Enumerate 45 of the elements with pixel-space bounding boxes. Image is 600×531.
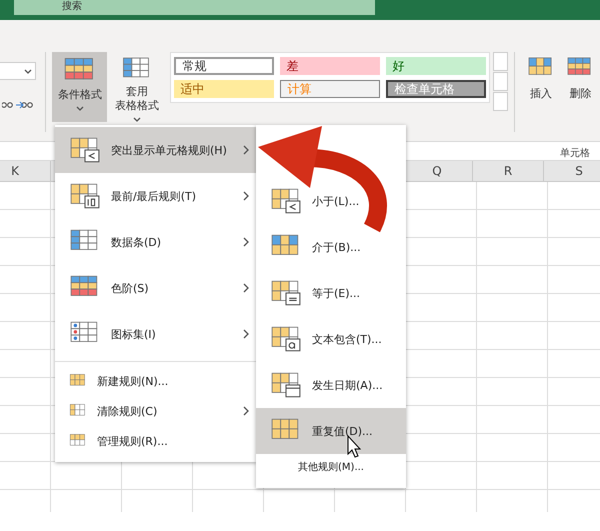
- group-label: 单元格: [560, 146, 590, 160]
- cell-style[interactable]: 好: [386, 57, 486, 75]
- menu-item[interactable]: 最前/最后规则(T): [55, 173, 257, 219]
- column-header: S: [544, 161, 600, 181]
- caret-icon: [24, 68, 32, 74]
- caret-icon: [76, 106, 84, 111]
- menu-item[interactable]: 新建规则(N)...: [55, 366, 257, 396]
- menu-item[interactable]: 图标集(I): [55, 311, 257, 357]
- mouse-pointer-icon: [348, 434, 362, 458]
- highlight-icon: [69, 136, 101, 164]
- menu-item[interactable]: 数据条(D): [55, 219, 257, 265]
- chevron-icon: [243, 145, 249, 155]
- equal-icon: [270, 279, 302, 307]
- topbottom-icon: [69, 182, 101, 210]
- chevron-icon: [243, 283, 249, 293]
- chevron-icon: [243, 191, 249, 201]
- delete-button[interactable]: 删除: [560, 52, 600, 105]
- caret-icon: [132, 117, 141, 122]
- menu-item[interactable]: 其他规则(M)...: [256, 454, 406, 482]
- search-field[interactable]: 搜索: [14, 0, 375, 15]
- menu-item[interactable]: 管理规则(R)...: [55, 426, 257, 456]
- cell-style[interactable]: 适中: [174, 80, 274, 98]
- menu-item[interactable]: 小于(L)...: [256, 178, 406, 224]
- menu-item[interactable]: 色阶(S): [55, 265, 257, 311]
- insert-button[interactable]: 插入: [521, 52, 561, 105]
- menu-item[interactable]: 文本包含(T)...: [256, 316, 406, 362]
- column-header: K: [0, 161, 51, 181]
- cell-style[interactable]: 差: [280, 57, 380, 75]
- menu-item[interactable]: 介于(B)...: [256, 224, 406, 270]
- ribbon-button[interactable]: 条件格式: [52, 52, 108, 122]
- cell-style[interactable]: 常规: [174, 57, 274, 75]
- text-icon: [270, 325, 302, 353]
- less-icon: [270, 187, 302, 215]
- menu-item[interactable]: 重复值(D)...: [256, 408, 406, 454]
- chevron-icon: [243, 406, 249, 416]
- number-format-dropdown[interactable]: [0, 62, 36, 80]
- menu-item[interactable]: 等于(E)...: [256, 270, 406, 316]
- menu-item[interactable]: 发生日期(A)...: [256, 362, 406, 408]
- menu-item[interactable]: 突出显示单元格规则(H): [55, 127, 257, 173]
- chevron-icon: [243, 329, 249, 339]
- menu-item[interactable]: 清除规则(C): [55, 396, 257, 426]
- ribbon-button[interactable]: 套用 表格格式: [109, 52, 164, 122]
- column-header: R: [473, 161, 544, 181]
- chevron-icon: [243, 237, 249, 247]
- date-icon: [270, 371, 302, 399]
